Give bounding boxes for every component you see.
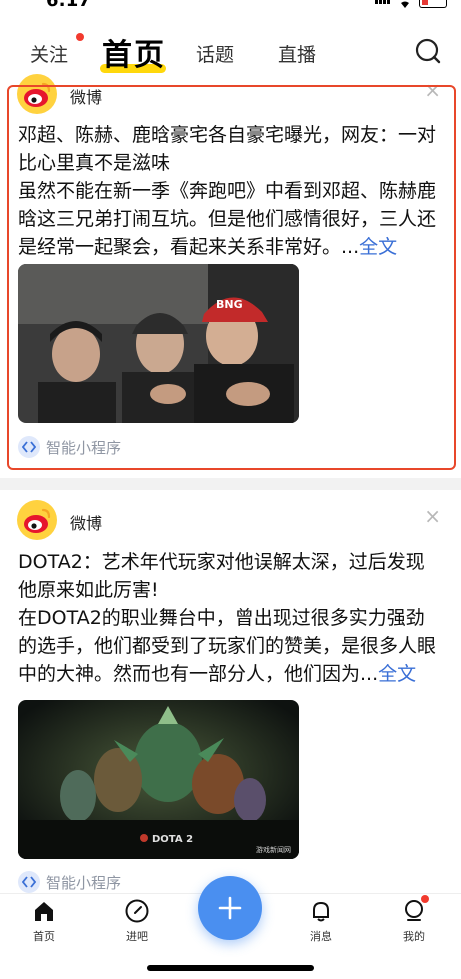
post-excerpt[interactable]: 在DOTA2的职业舞台中，曾出现过很多实力强劲的选手，他们都受到了玩家们的赞美，… xyxy=(18,604,443,688)
weibo-logo-icon xyxy=(24,82,51,107)
plus-icon xyxy=(218,896,242,920)
image-watermark: 游戏新闻网 xyxy=(256,845,291,854)
tab-follow[interactable]: 关注 xyxy=(30,40,68,67)
read-more-link[interactable]: 全文 xyxy=(378,663,416,685)
weibo-avatar[interactable] xyxy=(17,74,57,114)
feed-card[interactable]: 微博 × 邓超、陈赫、鹿晗豪宅各自豪宅曝光，网友：一对比心里真不是滋味 虽然不能… xyxy=(0,74,461,471)
compose-fab-button[interactable] xyxy=(198,876,262,940)
post-title[interactable]: DOTA2：艺术年代玩家对他误解太深，过后发现他原来如此厉害! xyxy=(18,548,443,604)
post-image[interactable]: DOTA 2 游戏新闻网 xyxy=(18,700,299,859)
weibo-avatar[interactable] xyxy=(17,500,57,540)
dismiss-close-icon[interactable]: × xyxy=(424,506,441,526)
feed-card[interactable]: 微博 × DOTA2：艺术年代玩家对他误解太深，过后发现他原来如此厉害! 在DO… xyxy=(0,496,461,896)
profile-notification-dot xyxy=(421,895,429,903)
status-icons xyxy=(375,0,447,8)
wifi-icon xyxy=(401,1,409,8)
status-time: 6:17 xyxy=(46,0,91,11)
bottom-nav-home[interactable]: 首页 xyxy=(14,898,74,944)
post-excerpt-text: 在DOTA2的职业舞台中，曾出现过很多实力强劲的选手，他们都受到了玩家们的赞美，… xyxy=(18,607,437,685)
tab-follow-notification-dot xyxy=(76,33,84,41)
post-image[interactable]: BNG xyxy=(18,264,299,423)
bottom-nav-profile-label: 我的 xyxy=(403,930,425,943)
profile-icon xyxy=(401,895,429,924)
mini-program-label: 智能小程序 xyxy=(46,438,122,457)
dota2-artwork-image: DOTA 2 游戏新闻网 xyxy=(18,700,299,859)
home-icon xyxy=(31,898,57,924)
bottom-nav-messages-label: 消息 xyxy=(310,930,332,943)
dismiss-close-icon[interactable]: × xyxy=(424,80,441,100)
post-title[interactable]: 邓超、陈赫、鹿晗豪宅各自豪宅曝光，网友：一对比心里真不是滋味 xyxy=(18,121,443,177)
bottom-nav-explore[interactable]: 进吧 xyxy=(107,898,167,944)
home-indicator[interactable] xyxy=(147,965,314,971)
compass-icon xyxy=(124,898,150,924)
battery-icon xyxy=(419,0,447,8)
mini-program-source[interactable]: 智能小程序 xyxy=(18,871,121,893)
post-excerpt[interactable]: 虽然不能在新一季《奔跑吧》中看到邓超、陈赫鹿晗这三兄弟打闹互坑。但是他们感情很好… xyxy=(18,177,443,261)
dota2-logo-text: DOTA 2 xyxy=(152,834,193,845)
read-more-link[interactable]: 全文 xyxy=(359,236,397,258)
feed-divider xyxy=(0,478,461,490)
weibo-logo-icon xyxy=(24,508,51,533)
bottom-nav-home-label: 首页 xyxy=(33,930,55,943)
tab-home[interactable]: 首页 xyxy=(102,30,166,74)
mini-program-label: 智能小程序 xyxy=(46,873,122,892)
signal-icon xyxy=(375,0,391,8)
mini-program-source[interactable]: 智能小程序 xyxy=(18,436,121,458)
bottom-nav-profile[interactable]: 我的 xyxy=(384,895,444,944)
tab-live[interactable]: 直播 xyxy=(278,40,316,67)
author-name[interactable]: 微博 xyxy=(70,510,102,534)
bottom-nav-explore-label: 进吧 xyxy=(126,930,148,943)
status-bar: 6:17 xyxy=(0,0,461,14)
bottom-nav-messages[interactable]: 消息 xyxy=(291,898,351,944)
mini-program-icon xyxy=(18,871,40,893)
author-name[interactable]: 微博 xyxy=(70,84,102,108)
search-icon[interactable] xyxy=(415,38,441,64)
tab-topics[interactable]: 话题 xyxy=(196,40,234,67)
mini-program-icon xyxy=(18,436,40,458)
svg-text:BNG: BNG xyxy=(216,298,243,311)
bell-icon xyxy=(308,898,334,924)
top-nav: 关注 首页 话题 直播 xyxy=(0,24,461,76)
photo-three-men-icon: BNG xyxy=(18,264,299,423)
